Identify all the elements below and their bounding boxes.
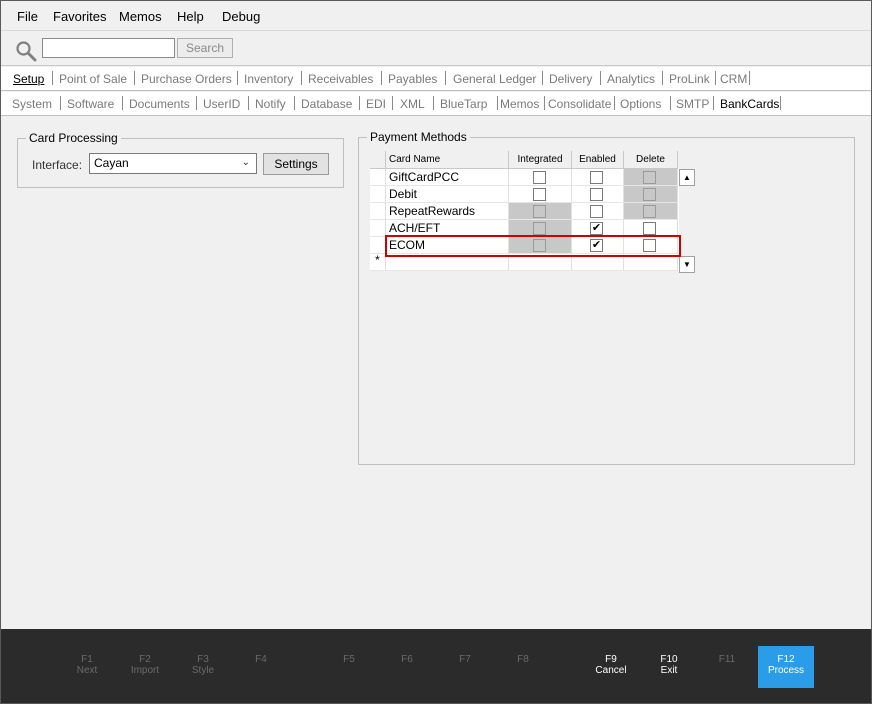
tab-point-of-sale[interactable]: Point of Sale xyxy=(59,72,127,86)
menu-bar: File Favorites Memos Help Debug xyxy=(1,1,871,31)
col-enabled[interactable]: Enabled xyxy=(572,151,624,169)
delete-checkbox[interactable] xyxy=(643,239,656,252)
card-name-cell: RepeatRewards xyxy=(386,203,509,220)
col-integrated[interactable]: Integrated xyxy=(509,151,572,169)
f1-next-button[interactable]: F1 Next xyxy=(59,654,115,676)
tab-userid[interactable]: UserID xyxy=(203,97,240,111)
app-window: File Favorites Memos Help Debug Search S… xyxy=(0,0,872,704)
table-row[interactable]: ACH/EFT ✔ xyxy=(370,220,679,237)
menu-favorites[interactable]: Favorites xyxy=(53,9,106,24)
enabled-checkbox[interactable]: ✔ xyxy=(590,222,603,235)
f6-button[interactable]: F6 xyxy=(379,654,435,665)
card-name-cell: GiftCardPCC xyxy=(386,169,509,186)
module-tabs: Setup Point of Sale Purchase Orders Inve… xyxy=(1,67,871,91)
integrated-checkbox[interactable] xyxy=(533,171,546,184)
tab-purchase-orders[interactable]: Purchase Orders xyxy=(141,72,232,86)
f8-button[interactable]: F8 xyxy=(495,654,551,665)
tab-memos[interactable]: Memos xyxy=(500,97,539,111)
card-name-cell: Debit xyxy=(386,186,509,203)
enabled-checkbox[interactable] xyxy=(590,205,603,218)
enabled-checkbox[interactable] xyxy=(590,171,603,184)
tab-system[interactable]: System xyxy=(12,97,52,111)
function-key-bar: F1 Next F2 Import F3 Style F4 F5 F6 F7 F8 F… xyxy=(1,629,871,703)
tab-analytics[interactable]: Analytics xyxy=(607,72,655,86)
integrated-checkbox[interactable] xyxy=(533,205,546,218)
f2-import-button[interactable]: F2 Import xyxy=(117,654,173,676)
grid-header: Card Name Integrated Enabled Delete xyxy=(370,151,679,169)
tab-database[interactable]: Database xyxy=(301,97,352,111)
col-delete[interactable]: Delete xyxy=(624,151,678,169)
card-processing-title: Card Processing xyxy=(26,131,121,145)
tab-consolidate[interactable]: Consolidate xyxy=(548,97,611,111)
f7-button[interactable]: F7 xyxy=(437,654,493,665)
col-card-name[interactable]: Card Name xyxy=(386,151,509,169)
chevron-down-icon: ⌄ xyxy=(241,157,250,168)
interface-value: Cayan xyxy=(94,156,129,170)
new-row[interactable]: * xyxy=(370,254,679,271)
tab-edi[interactable]: EDI xyxy=(366,97,386,111)
setup-subtabs: System Software Documents UserID Notify … xyxy=(1,92,871,116)
search-icon[interactable] xyxy=(15,40,37,62)
f5-button[interactable]: F5 xyxy=(321,654,377,665)
payment-methods-title: Payment Methods xyxy=(367,130,470,144)
table-row[interactable]: ECOM ✔ xyxy=(370,237,679,254)
main-content: Card Processing Interface: Cayan ⌄ Setti… xyxy=(1,117,871,629)
integrated-checkbox[interactable] xyxy=(533,188,546,201)
scroll-down-icon[interactable]: ▼ xyxy=(679,256,695,273)
tab-delivery[interactable]: Delivery xyxy=(549,72,592,86)
tab-crm[interactable]: CRM xyxy=(720,72,747,86)
menu-file[interactable]: File xyxy=(17,9,38,24)
menu-debug[interactable]: Debug xyxy=(222,9,260,24)
f9-cancel-button[interactable]: F9 Cancel xyxy=(583,654,639,676)
table-row[interactable]: GiftCardPCC xyxy=(370,169,679,186)
table-row[interactable]: RepeatRewards xyxy=(370,203,679,220)
menu-memos[interactable]: Memos xyxy=(119,9,162,24)
enabled-checkbox[interactable] xyxy=(590,188,603,201)
card-name-cell: ACH/EFT xyxy=(386,220,509,237)
card-name-cell: ECOM xyxy=(386,237,509,254)
tab-receivables[interactable]: Receivables xyxy=(308,72,373,86)
delete-checkbox[interactable] xyxy=(643,171,656,184)
new-row-marker: * xyxy=(370,254,386,271)
tab-xml[interactable]: XML xyxy=(400,97,425,111)
tab-software[interactable]: Software xyxy=(67,97,114,111)
payment-methods-grid: Card Name Integrated Enabled Delete Gift… xyxy=(370,151,679,271)
f12-process-button[interactable]: F12 Process xyxy=(758,646,814,688)
delete-checkbox[interactable] xyxy=(643,205,656,218)
scroll-up-icon[interactable]: ▲ xyxy=(679,169,695,186)
tab-documents[interactable]: Documents xyxy=(129,97,190,111)
interface-label: Interface: xyxy=(32,158,83,172)
table-row[interactable]: Debit xyxy=(370,186,679,203)
search-button[interactable]: Search xyxy=(177,38,233,58)
tab-setup[interactable]: Setup xyxy=(13,72,44,86)
tab-options[interactable]: Options xyxy=(620,97,661,111)
tab-general-ledger[interactable]: General Ledger xyxy=(453,72,536,86)
tab-inventory[interactable]: Inventory xyxy=(244,72,293,86)
search-input[interactable] xyxy=(42,38,175,58)
menu-help[interactable]: Help xyxy=(177,9,204,24)
tab-smtp[interactable]: SMTP xyxy=(676,97,709,111)
tab-bluetarp[interactable]: BlueTarp xyxy=(440,97,487,111)
delete-checkbox[interactable] xyxy=(643,188,656,201)
tab-notify[interactable]: Notify xyxy=(255,97,286,111)
interface-select[interactable]: Cayan ⌄ xyxy=(89,153,257,174)
tab-bankcards[interactable]: BankCards xyxy=(720,97,779,111)
enabled-checkbox[interactable]: ✔ xyxy=(590,239,603,252)
tab-prolink[interactable]: ProLink xyxy=(669,72,710,86)
f10-exit-button[interactable]: F10 Exit xyxy=(641,654,697,676)
f11-button[interactable]: F11 xyxy=(699,654,755,665)
f4-button[interactable]: F4 xyxy=(233,654,289,665)
f3-style-button[interactable]: F3 Style xyxy=(175,654,231,676)
settings-button[interactable]: Settings xyxy=(263,153,329,175)
tab-payables[interactable]: Payables xyxy=(388,72,437,86)
integrated-checkbox[interactable] xyxy=(533,239,546,252)
grid-scrollbar[interactable]: ▲ ▼ xyxy=(679,169,695,273)
card-processing-group: Card Processing Interface: Cayan ⌄ Setti… xyxy=(17,131,344,188)
integrated-checkbox[interactable] xyxy=(533,222,546,235)
search-bar: Search xyxy=(1,32,871,66)
delete-checkbox[interactable] xyxy=(643,222,656,235)
